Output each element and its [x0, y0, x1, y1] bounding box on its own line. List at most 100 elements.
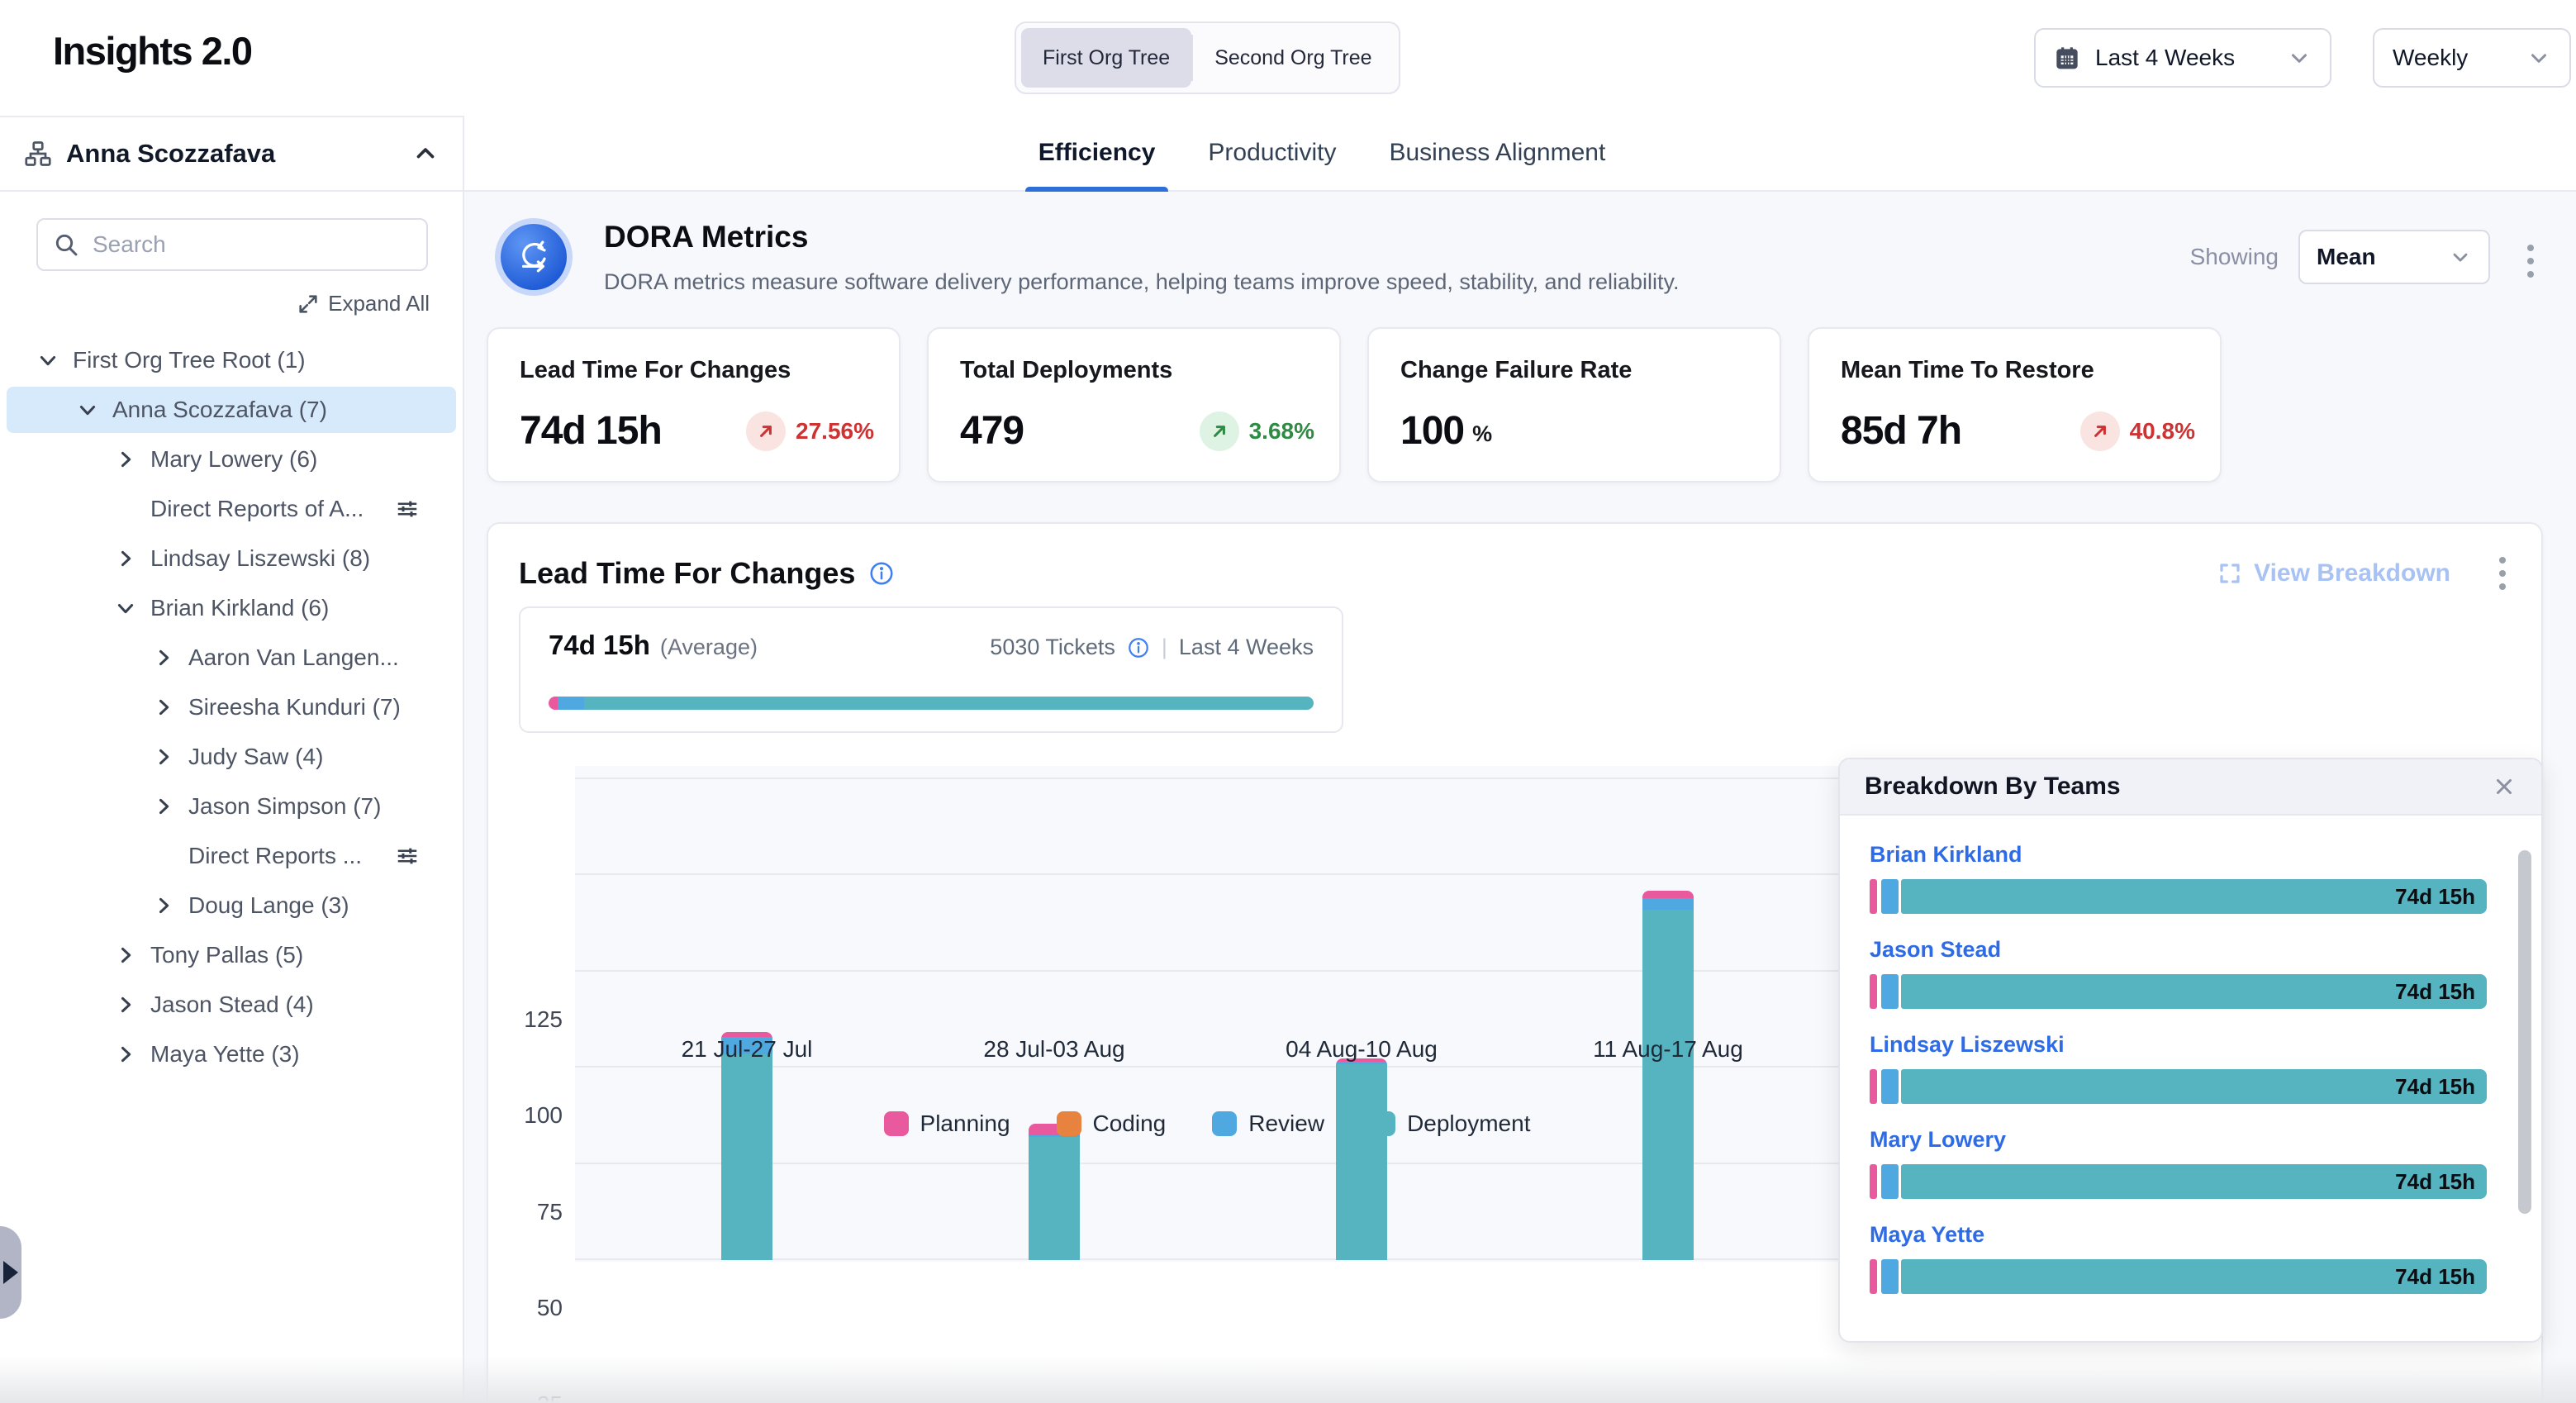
chevron-right-icon[interactable] [152, 894, 175, 917]
legend-label: Review [1248, 1111, 1324, 1137]
team-name-link[interactable]: Mary Lowery [1870, 1127, 2487, 1153]
metric-unit: % [1472, 421, 1492, 447]
chevron-right-icon[interactable] [152, 646, 175, 669]
dora-header: DORA Metrics DORA metrics measure softwa… [487, 218, 2543, 301]
main-tabs: Efficiency Productivity Business Alignment [464, 116, 2576, 192]
legend-label: Coding [1093, 1111, 1167, 1137]
chevron-right-icon[interactable] [114, 448, 137, 471]
filter-sliders-icon[interactable] [395, 497, 420, 521]
summary-value: 74d 15h [549, 630, 650, 661]
team-name-link[interactable]: Lindsay Liszewski [1870, 1032, 2487, 1058]
team-bar-review [1881, 974, 1899, 1009]
team-row-lindsay-liszewski: Lindsay Liszewski 74d 15h [1870, 1032, 2487, 1115]
chevron-up-icon[interactable] [411, 140, 440, 168]
breakdown-body: Brian Kirkland74d 15hJason Stead74d 15hL… [1870, 816, 2487, 1341]
tree-item-lindsay-liszewski-8[interactable]: Lindsay Liszewski (8) [0, 534, 463, 583]
info-icon[interactable] [1127, 636, 1150, 659]
stacked-bar-28-jul-03-aug[interactable] [1029, 1124, 1080, 1260]
chevron-down-icon [2287, 45, 2312, 70]
org-tree-segment[interactable]: First Org Tree [1021, 28, 1191, 88]
dora-menu-kebab-icon[interactable] [2525, 245, 2536, 278]
chevron-right-icon[interactable] [114, 1043, 137, 1066]
legend-swatch [1057, 1111, 1081, 1136]
metric-value: 74d 15h [520, 408, 662, 454]
team-name-link[interactable]: Brian Kirkland [1870, 842, 2487, 868]
filter-sliders-icon[interactable] [395, 844, 420, 868]
tree-item-jason-simpson-7[interactable]: Jason Simpson (7) [0, 782, 463, 831]
tree-item-mary-lowery-6[interactable]: Mary Lowery (6) [0, 435, 463, 484]
team-name-link[interactable]: Jason Stead [1870, 937, 2487, 963]
chevron-right-icon[interactable] [114, 993, 137, 1016]
showing-select[interactable]: Mean [2298, 230, 2490, 284]
tree-item-direct-reports-of-a[interactable]: Direct Reports of A... [0, 484, 463, 534]
chevron-right-icon[interactable] [114, 944, 137, 967]
lead-time-menu-kebab-icon[interactable] [2497, 557, 2508, 590]
chevron-down-icon[interactable] [76, 398, 99, 421]
tree-item-anna-scozzafava-7[interactable]: Anna Scozzafava (7) [0, 385, 463, 435]
tree-item-direct-reports[interactable]: Direct Reports ... [0, 831, 463, 881]
tree-item-label: Mary Lowery (6) [150, 435, 317, 484]
tab-efficiency[interactable]: Efficiency [1038, 115, 1156, 191]
team-bar-planning [1870, 974, 1877, 1009]
stacked-bar-04-aug-10-aug[interactable] [1336, 1058, 1387, 1260]
search-input[interactable] [93, 231, 411, 258]
breakdown-scrollbar[interactable] [2518, 850, 2531, 1214]
x-axis-tick-label: 21 Jul-27 Jul [598, 1036, 896, 1063]
expand-all-button[interactable]: Expand All [297, 291, 430, 316]
tree-item-label: Tony Pallas (5) [150, 930, 303, 980]
x-axis-tick-label: 28 Jul-03 Aug [905, 1036, 1203, 1063]
chevron-right-icon[interactable] [152, 745, 175, 768]
chevron-down-icon[interactable] [36, 349, 59, 372]
granularity-select[interactable]: Weekly [2373, 28, 2571, 88]
metric-value: 479 [960, 408, 1024, 454]
app-title: Insights 2.0 [53, 28, 252, 74]
tab-productivity[interactable]: Productivity [1208, 115, 1336, 191]
tree-item-label: First Org Tree Root (1) [73, 335, 306, 385]
lead-time-summary-card: 74d 15h (Average) 5030 Tickets | Last 4 … [519, 606, 1343, 733]
tree-item-first-org-tree-root-1[interactable]: First Org Tree Root (1) [0, 335, 463, 385]
dora-title: DORA Metrics [604, 220, 808, 254]
tree-item-label: Judy Saw (4) [188, 732, 323, 782]
tree-item-maya-yette-3[interactable]: Maya Yette (3) [0, 1030, 463, 1079]
chart-legend: Planning Coding Review Deployment [575, 1111, 1839, 1137]
tree-item-doug-lange-3[interactable]: Doug Lange (3) [0, 881, 463, 930]
metric-title: Mean Time To Restore [1841, 357, 2189, 384]
tree-item-jason-stead-4[interactable]: Jason Stead (4) [0, 980, 463, 1030]
divider: | [1162, 635, 1167, 660]
sidebar-collapse-handle[interactable] [0, 1226, 21, 1319]
legend-item-deployment: Deployment [1371, 1111, 1530, 1137]
tree-item-judy-saw-4[interactable]: Judy Saw (4) [0, 732, 463, 782]
chevron-right-icon[interactable] [152, 696, 175, 719]
chevron-down-icon[interactable] [114, 597, 137, 620]
tree-item-sireesha-kunduri-7[interactable]: Sireesha Kunduri (7) [0, 682, 463, 732]
bar-segment-review [1642, 898, 1694, 910]
sidebar-header[interactable]: Anna Scozzafava [0, 117, 463, 192]
tab-business-alignment[interactable]: Business Alignment [1389, 115, 1605, 191]
metric-card-mean-time-to-restore: Mean Time To Restore85d 7h40.8% [1808, 327, 2222, 483]
org-tree-segment[interactable]: Second Org Tree [1193, 28, 1393, 88]
close-icon[interactable] [2492, 774, 2517, 799]
team-bar-deployment: 74d 15h [1901, 1259, 2487, 1294]
team-phase-bar: 74d 15h [1870, 1069, 2487, 1104]
team-row-brian-kirkland: Brian Kirkland74d 15h [1870, 842, 2487, 925]
view-breakdown-button[interactable]: View Breakdown [2217, 559, 2450, 587]
lead-time-title: Lead Time For Changes [519, 556, 855, 591]
app-header: Insights 2.0 First Org TreeSecond Org Tr… [0, 0, 2576, 116]
tree-item-tony-pallas-5[interactable]: Tony Pallas (5) [0, 930, 463, 980]
tree-item-brian-kirkland-6[interactable]: Brian Kirkland (6) [0, 583, 463, 633]
chevron-right-icon[interactable] [114, 547, 137, 570]
tree-item-aaron-van-langen[interactable]: Aaron Van Langen... [0, 633, 463, 682]
date-range-select[interactable]: Last 4 Weeks [2034, 28, 2331, 88]
info-icon[interactable] [868, 560, 895, 587]
y-axis-tick-label: 50 [488, 1295, 563, 1321]
chevron-right-icon[interactable] [152, 795, 175, 818]
team-row-mary-lowery: Mary Lowery74d 15h [1870, 1127, 2487, 1210]
team-bar-review [1881, 1259, 1899, 1294]
legend-label: Planning [920, 1111, 1010, 1137]
sidebar-search[interactable] [36, 218, 428, 271]
team-name-link[interactable]: Maya Yette [1870, 1222, 2487, 1248]
breakdown-title: Breakdown By Teams [1865, 773, 2121, 801]
org-sidebar: Anna Scozzafava Expand All First Org Tre… [0, 116, 464, 1403]
tree-item-label: Direct Reports of A... [150, 484, 364, 534]
stacked-bar-11-aug-17-aug[interactable] [1642, 891, 1694, 1260]
